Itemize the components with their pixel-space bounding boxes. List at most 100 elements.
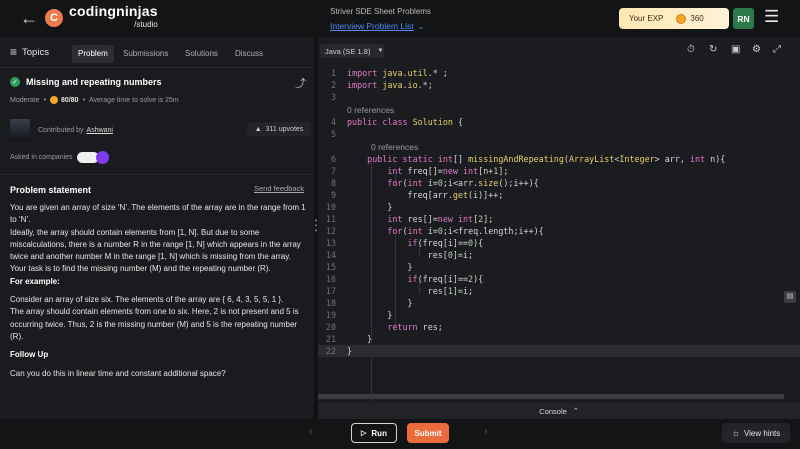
breadcrumb-current-dropdown[interactable]: Interview Problem List ⌄	[330, 16, 424, 33]
timer-icon[interactable]: ⏱	[687, 44, 695, 55]
problem-meta: Moderate • 80/80 • Average time to solve…	[10, 96, 179, 104]
asked-label: Asked in companies	[10, 154, 73, 161]
problem-statement: You are given an array of size ‘N’. The …	[10, 202, 308, 380]
code-line[interactable]: 21 }	[318, 333, 800, 345]
topics-button[interactable]: ≡ Topics	[10, 45, 49, 59]
exp-value: 360	[690, 14, 704, 23]
code-line[interactable]: 6 public static int[] missingAndRepeatin…	[318, 153, 800, 165]
code-line[interactable]: 18 }	[318, 297, 800, 309]
run-button[interactable]: ▷ Run	[351, 423, 397, 443]
separator-dot: •	[82, 96, 86, 104]
separator-dot: •	[43, 96, 47, 104]
logo-icon: C	[45, 9, 63, 27]
code-line[interactable]: 5	[318, 128, 800, 140]
breadcrumb-current[interactable]: Interview Problem List	[330, 21, 414, 31]
tab-discuss[interactable]: Discuss	[229, 45, 269, 63]
contributed-by-label: Contributed by	[38, 126, 84, 134]
list-arrow-icon: ≡	[10, 45, 18, 59]
chevron-down-icon: ⌄	[417, 22, 425, 31]
code-line[interactable]: 11 int res[]=new int[2];	[318, 213, 800, 225]
image-icon[interactable]: ▤	[784, 291, 796, 303]
code-line[interactable]: 1 import java.util.* ;	[318, 67, 800, 79]
example-heading: For example:	[10, 276, 60, 286]
statement-paragraph: Your task is to find the missing number …	[10, 264, 271, 274]
view-hints-button[interactable]: ☼ View hints	[722, 423, 790, 443]
followup-text: Can you do this in linear time and const…	[10, 368, 226, 378]
upvote-button[interactable]: ▲ 311 upvotes	[247, 122, 311, 136]
code-line-current[interactable]: 22}	[318, 345, 800, 357]
check-circle-icon: ✓	[10, 77, 20, 87]
tab-solutions[interactable]: Solutions	[179, 45, 224, 63]
language-value: Java (SE 1.8)	[325, 46, 371, 56]
logo-sub: /studio	[134, 20, 158, 29]
console-toggle[interactable]: Console ⌃	[318, 403, 800, 419]
console-label: Console	[539, 406, 567, 416]
top-bar: ← C codingninjas /studio Striver SDE She…	[0, 0, 800, 37]
company-logo-icon[interactable]	[95, 151, 109, 164]
exp-label: Your EXP	[629, 14, 664, 23]
logo[interactable]: C codingninjas /studio	[45, 3, 158, 31]
problem-title-row: ✓ Missing and repeating numbers	[10, 77, 162, 87]
bottom-bar: ‹ ▷ Run Submit › ☼ View hints	[0, 419, 800, 449]
chevron-right-icon[interactable]: ›	[484, 426, 488, 438]
chevron-down-icon: ▼	[377, 48, 384, 54]
exp-badge[interactable]: Your EXP 360	[619, 8, 729, 29]
hamburger-menu-icon[interactable]: ☰	[764, 7, 779, 27]
arrow-left-icon[interactable]: ←	[20, 8, 38, 29]
example-paragraph: The array should contain elements from o…	[10, 307, 299, 341]
code-line[interactable]: 3	[318, 91, 800, 103]
logo-name: codingninjas	[69, 3, 158, 19]
file-icon[interactable]: ▣	[731, 44, 740, 55]
problem-title: Missing and repeating numbers	[26, 77, 162, 87]
coin-icon	[50, 96, 59, 104]
problem-tabs: ≡ Topics Problem Submissions Solutions D…	[0, 45, 314, 63]
horizontal-scrollbar[interactable]	[318, 394, 784, 399]
divider	[0, 67, 314, 68]
reset-icon[interactable]: ↻	[709, 44, 717, 55]
code-line[interactable]: 13 if(freq[i]==0){	[318, 237, 800, 249]
references-lens[interactable]: 0 references	[347, 104, 800, 116]
send-feedback-link[interactable]: Send feedback	[254, 184, 304, 193]
run-label: Run	[371, 428, 387, 438]
contributor-row: Contributed by Ashwani	[10, 119, 113, 141]
asked-in-companies: Asked in companies	[10, 151, 109, 164]
submit-button[interactable]: Submit	[407, 423, 449, 443]
difficulty: Moderate	[10, 96, 40, 104]
code-line[interactable]: 9 freq[arr.get(i)]++;	[318, 189, 800, 201]
breadcrumb-parent[interactable]: Striver SDE Sheet Problems	[330, 7, 431, 16]
tab-submissions[interactable]: Submissions	[117, 45, 174, 63]
editor-toolbar: Java (SE 1.8) ▼ ⏱ ↻ ▣ ⚙ ⤢	[318, 37, 800, 65]
code-line[interactable]: 19 }	[318, 309, 800, 321]
fullscreen-icon[interactable]: ⤢	[773, 44, 781, 55]
play-icon: ▷	[361, 430, 367, 437]
avatar[interactable]: RN	[733, 8, 754, 29]
code-line[interactable]: 7 int freq[]=new int[n+1];	[318, 165, 800, 177]
code-line[interactable]: 2 import java.io.*;	[318, 79, 800, 91]
code-line[interactable]: 16 if(freq[i]==2){	[318, 273, 800, 285]
language-select[interactable]: Java (SE 1.8) ▼	[320, 44, 384, 58]
chevron-left-icon[interactable]: ‹	[309, 426, 313, 438]
problem-panel: ≡ Topics Problem Submissions Solutions D…	[0, 37, 314, 419]
tab-problem[interactable]: Problem	[72, 45, 114, 63]
code-line[interactable]: 20 return res;	[318, 321, 800, 333]
code-line[interactable]: 4 public class Solution {	[318, 116, 800, 128]
code-line[interactable]: 14 res[0]=i;	[318, 249, 800, 261]
code-line[interactable]: 15 }	[318, 261, 800, 273]
problem-statement-heading: Problem statement	[10, 185, 92, 195]
code-editor-panel: Java (SE 1.8) ▼ ⏱ ↻ ▣ ⚙ ⤢ 1 import java.u…	[318, 37, 800, 419]
references-lens[interactable]: 0 references	[371, 141, 800, 153]
code-line[interactable]: 12 for(int i=0;i<freq.length;i++){	[318, 225, 800, 237]
code-line[interactable]: 8 for(int i=0;i<arr.size();i++){	[318, 177, 800, 189]
code-line[interactable]: 17 res[1]=i;	[318, 285, 800, 297]
share-icon[interactable]: ⤴	[295, 75, 306, 91]
upvote-count: 311 upvotes	[265, 125, 304, 133]
contributor-link[interactable]: Ashwani	[87, 127, 113, 134]
code-line[interactable]: 10 }	[318, 201, 800, 213]
code-area[interactable]: 1 import java.util.* ; 2 import java.io.*;…	[318, 65, 800, 401]
score: 80/80	[61, 96, 79, 104]
statement-paragraph: Ideally, the array should contain elemen…	[10, 227, 301, 262]
topics-label: Topics	[22, 46, 49, 58]
gear-icon[interactable]: ⚙	[752, 44, 761, 55]
breadcrumb: Striver SDE Sheet Problems Interview Pro…	[330, 7, 431, 34]
statement-paragraph: You are given an array of size ‘N’. The …	[10, 203, 306, 225]
